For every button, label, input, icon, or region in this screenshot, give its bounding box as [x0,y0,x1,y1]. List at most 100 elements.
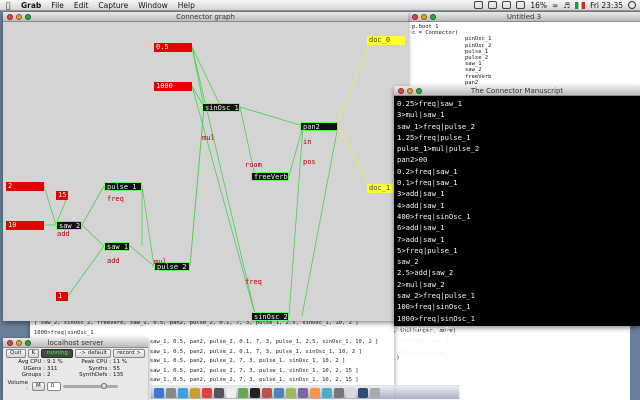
untitled-titlebar[interactable]: Untitled 3 [408,12,640,22]
app-dock-icon[interactable] [274,387,284,398]
synth-node-sinosc-1[interactable]: sinOsc_1 [202,103,240,112]
app-dock-icon[interactable] [358,387,368,398]
app-dock-icon[interactable] [286,387,296,398]
graph-title: Connector graph [176,13,235,21]
graph-canvas[interactable]: 0.5 1000 doc_0 doc_1 sinOsc_1 pan2 freeV… [3,22,408,321]
spotlight-icon[interactable] [628,1,636,9]
server-titlebar[interactable]: localhost server [3,338,148,348]
sync-icon[interactable] [516,1,526,9]
minimize-button[interactable] [16,14,22,20]
manuscript-line: 4>add|saw_1 [397,200,445,210]
manuscript-line: 1000>freq|sinOsc_1 [397,313,475,323]
zoom-button[interactable] [25,14,31,20]
quit-button[interactable]: Quit [6,349,26,358]
app-dock-icon[interactable] [298,387,308,398]
time-machine-icon[interactable] [502,1,512,9]
app-dock-icon[interactable] [214,387,224,398]
zoom-button[interactable] [416,88,422,94]
default-button[interactable]: -> default [75,349,112,358]
app-dock-icon[interactable] [190,387,200,398]
volume-field[interactable]: 0 [46,381,61,391]
minimize-button[interactable] [421,14,427,20]
app-dock-icon[interactable] [346,387,356,398]
synth-node-sinosc-2[interactable]: sinOsc_2 [251,312,289,321]
synth-node-pulse-1[interactable]: pulse_1 [104,182,142,191]
synth-node-saw-2[interactable]: saw_2 [56,221,82,230]
menu-app[interactable]: Grab [16,1,46,10]
terminal-dock-icon[interactable] [250,387,260,398]
app-dock-icon[interactable] [238,387,248,398]
server-title: localhost server [47,339,104,347]
synth-node-pan2[interactable]: pan2 [300,122,338,131]
volume-slider[interactable] [62,382,118,389]
app-dock-icon[interactable] [262,387,272,398]
graph-edge [67,245,105,297]
number-node-0-5[interactable]: 0.5 [154,43,192,52]
param-label-pos: pos [303,158,316,166]
synth-node-freeverb[interactable]: freeVerb [251,172,289,181]
bluetooth-icon[interactable] [488,1,498,9]
battery-percent[interactable]: 16% [530,1,547,10]
graph-output-edge [337,125,372,189]
dock [150,385,460,400]
graph-output-edge [337,39,372,123]
close-button[interactable] [398,88,404,94]
kill-button[interactable]: K [27,349,40,358]
mute-button[interactable]: M [32,381,45,391]
app-dock-icon[interactable] [334,387,344,398]
menu-file[interactable]: File [46,1,69,10]
status-icon[interactable] [474,1,484,9]
finder-dock-icon[interactable] [154,387,164,398]
zoom-button[interactable] [25,340,31,346]
manuscript-line: saw_1>freq|pulse_2 [397,121,475,131]
input-flag-icon[interactable] [575,1,586,9]
manuscript-titlebar[interactable]: The Connector Manuscript [394,86,640,96]
volume-slider-handle[interactable] [100,382,107,389]
manuscript-line: 400>freq|sinOsc_1 [397,211,471,221]
volume-icon[interactable]: ♬ [563,1,570,10]
param-label-mul: mul [202,134,215,142]
manuscript-line: 0.1>freq|saw_1 [397,178,458,188]
menu-edit[interactable]: Edit [69,1,94,10]
menu-help[interactable]: Help [173,1,200,10]
record-button[interactable]: record > [113,349,145,358]
zoom-button[interactable] [430,14,436,20]
app-dock-icon[interactable] [310,387,320,398]
running-status[interactable]: running [41,349,74,358]
safari-dock-icon[interactable] [178,387,188,398]
manuscript-line: 100>freq|sinOsc_1 [397,302,471,312]
app-dock-icon[interactable] [202,387,212,398]
graph-edge [189,106,205,267]
app-dock-icon[interactable] [226,387,236,398]
close-button[interactable] [7,340,13,346]
number-node-2[interactable]: 2 [6,182,44,191]
clock[interactable]: Fri 23:35 [590,1,623,10]
minimize-button[interactable] [16,340,22,346]
stat-value: 2 [47,372,51,378]
app-dock-icon[interactable] [322,387,332,398]
param-label-in: in [303,138,312,146]
minimize-button[interactable] [407,88,413,94]
menu-capture[interactable]: Capture [93,1,133,10]
number-node-15[interactable]: 15 [56,191,68,200]
trash-dock-icon[interactable] [370,387,380,398]
number-node-1000[interactable]: 1000 [154,82,192,91]
app-dock-icon[interactable] [166,387,176,398]
output-node-doc-0[interactable]: doc_0 [367,36,405,45]
param-label-freq: freq [107,195,124,203]
manuscript-text[interactable]: 0.25>freq|saw_1 3>mul|saw_1 saw_1>freq|pul… [394,96,640,360]
close-button[interactable] [7,14,13,20]
manuscript-line: 3>add|saw_1 [397,189,445,199]
synth-node-saw-1[interactable]: saw_1 [104,242,130,251]
menu-window[interactable]: Window [133,1,173,10]
graph-edge [141,185,155,267]
apple-icon[interactable]:  [0,1,16,10]
untitled-code[interactable]: p.boot 1c = Connector( pinOsc_1 pinOsc_2… [408,22,640,94]
close-button[interactable] [412,14,418,20]
wifi-icon[interactable]: ≈ [552,1,558,10]
manuscript-line: 6>add|saw_1 [397,223,445,233]
post-line: 1000>freq|sinOsc_1 [34,329,94,336]
graph-titlebar[interactable]: Connector graph [3,12,408,22]
number-node-10[interactable]: 10 [6,221,44,230]
number-node-1[interactable]: 1 [56,292,68,301]
